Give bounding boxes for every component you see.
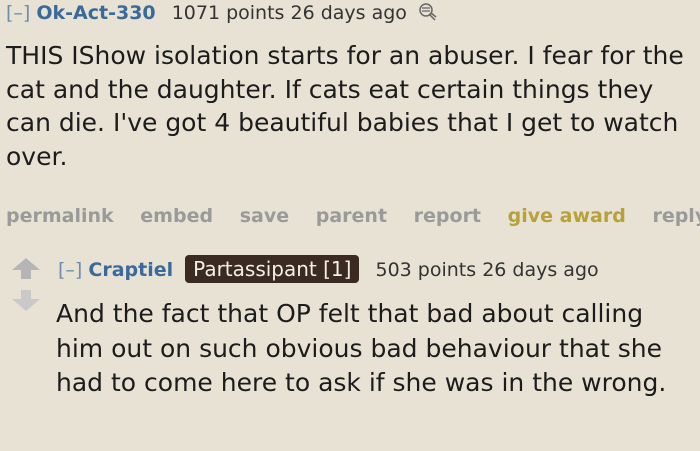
permalink-link[interactable]: permalink bbox=[6, 205, 114, 227]
score-and-time: 503 points 26 days ago bbox=[375, 259, 599, 281]
give-award-link[interactable]: give award bbox=[508, 205, 626, 227]
collapse-toggle[interactable]: [–] bbox=[6, 2, 30, 24]
save-link[interactable]: save bbox=[240, 205, 289, 227]
comment-2-tagline: [–] Craptiel Partassipant [1] 503 points… bbox=[58, 255, 599, 283]
author-link[interactable]: Ok-Act-330 bbox=[36, 2, 155, 24]
comment-1-actions: permalink embed save parent report give … bbox=[6, 205, 700, 227]
comment-1-tagline: [–] Ok-Act-330 1071 points 26 days ago bbox=[6, 2, 439, 24]
user-flair-badge: Partassipant [1] bbox=[185, 255, 360, 283]
comment-2-body: And the fact that OP felt that bad about… bbox=[56, 299, 667, 397]
reply-link[interactable]: reply bbox=[652, 205, 700, 227]
embed-link[interactable]: embed bbox=[140, 205, 213, 227]
award-icon[interactable] bbox=[417, 2, 439, 22]
downvote-arrow-icon[interactable] bbox=[10, 289, 42, 313]
author-link[interactable]: Craptiel bbox=[88, 259, 173, 281]
score-and-time: 1071 points 26 days ago bbox=[171, 2, 407, 24]
comment-1-body: THIS IShow isolation starts for an abuse… bbox=[6, 41, 684, 171]
report-link[interactable]: report bbox=[414, 205, 481, 227]
upvote-arrow-icon[interactable] bbox=[10, 256, 42, 280]
collapse-toggle[interactable]: [–] bbox=[58, 259, 82, 281]
parent-link[interactable]: parent bbox=[316, 205, 387, 227]
